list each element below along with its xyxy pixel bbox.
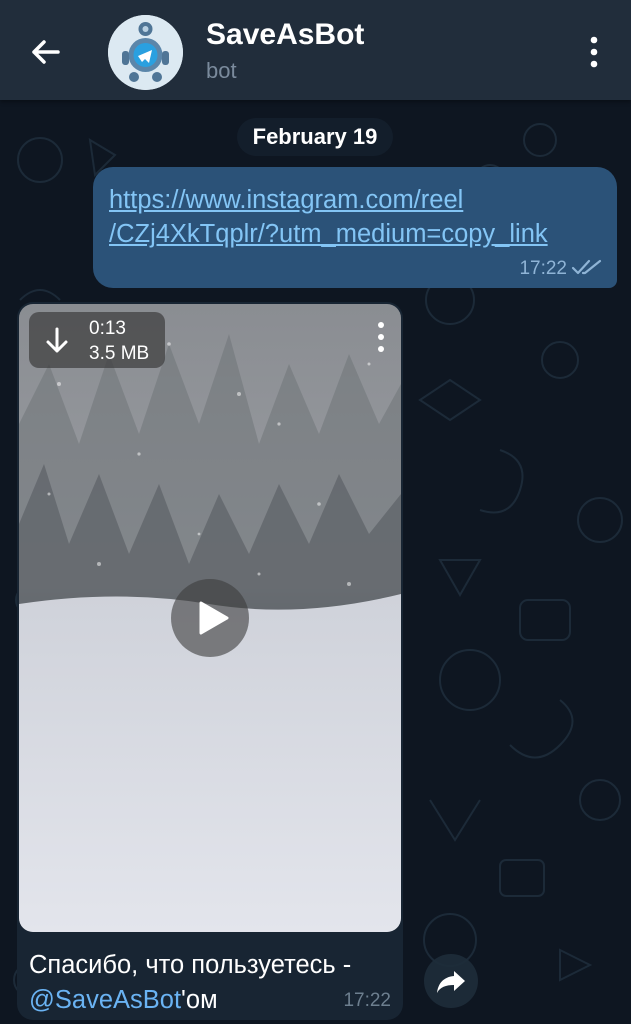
message-link[interactable]: https://www.instagram.com/reel /CZj4XkTq… [109, 183, 609, 251]
chat-header: SaveAsBot bot [0, 0, 631, 100]
video-info-badge[interactable]: 0:13 3.5 MB [29, 312, 165, 368]
more-vertical-icon[interactable] [582, 34, 606, 70]
double-check-icon [571, 259, 602, 275]
caption-suffix: 'ом [181, 986, 218, 1014]
share-button[interactable] [424, 954, 478, 1008]
download-arrow-icon[interactable] [43, 326, 71, 356]
more-vertical-icon[interactable] [374, 320, 388, 354]
robot-icon [108, 15, 183, 90]
avatar[interactable] [108, 15, 183, 90]
chat-subtitle: bot [206, 58, 237, 83]
caption-text: Спасибо, что пользуетесь - [29, 951, 352, 979]
message-time: 17:22 [343, 990, 391, 1011]
message-time: 17:22 [519, 258, 567, 279]
arrow-left-icon[interactable] [24, 30, 68, 74]
video-duration: 0:13 [89, 318, 126, 339]
video-size: 3.5 MB [89, 343, 150, 364]
incoming-message[interactable]: 0:13 3.5 MB Спасибо, что пользуетесь - @… [17, 302, 403, 1020]
link-line-1[interactable]: https://www.instagram.com/reel [109, 183, 609, 217]
play-icon [199, 601, 229, 635]
outgoing-message[interactable]: https://www.instagram.com/reel /CZj4XkTq… [93, 167, 617, 288]
video-thumbnail[interactable]: 0:13 3.5 MB [19, 304, 401, 932]
chat-title[interactable]: SaveAsBot [206, 18, 364, 52]
link-line-2[interactable]: /CZj4XkTqplr/?utm_medium=copy_link [109, 217, 609, 251]
date-separator: February 19 [237, 118, 393, 156]
play-button[interactable] [171, 579, 249, 657]
share-forward-icon [437, 971, 465, 993]
bot-mention-link[interactable]: @SaveAsBot [29, 986, 181, 1014]
